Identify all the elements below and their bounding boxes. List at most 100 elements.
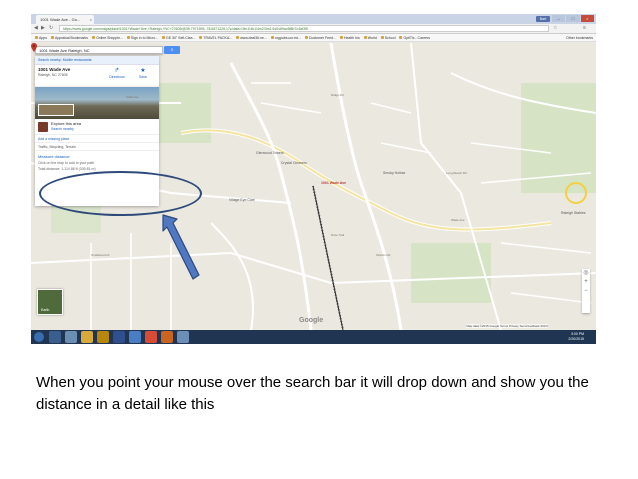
annotation-arrow (162, 214, 200, 280)
start-button[interactable] (34, 332, 44, 342)
page-icon (399, 36, 403, 39)
directions-icon: ↱ (114, 68, 120, 74)
measure-header[interactable]: Measure distance (38, 154, 156, 159)
star-icon: ★ (140, 68, 146, 74)
measure-distance-section: Measure distance Click on the map to add… (35, 151, 159, 174)
earth-label: Earth (41, 308, 50, 312)
explore-area[interactable]: Explore this area Search nearby (35, 119, 159, 135)
layers-row[interactable]: Traffic, Bicycling, Terrain (35, 143, 159, 151)
search-icon: ⌕ (170, 47, 174, 53)
measure-hint: Click on the map to add to your path (38, 161, 95, 165)
map-footer: Map data ©2015 Google Terms Privacy Send… (466, 324, 548, 328)
close-tab-icon[interactable]: × (90, 15, 92, 24)
bookmark-item[interactable]: School (380, 36, 395, 40)
search-button[interactable]: ⌕ (164, 46, 180, 54)
street-view-photo[interactable] (35, 87, 159, 119)
earth-view-toggle[interactable]: Earth (37, 289, 63, 315)
bookmark-item[interactable]: www.deal36.ne... (236, 36, 267, 40)
media-icon[interactable] (113, 331, 125, 343)
page-icon (270, 36, 274, 39)
annotation-ellipse (39, 171, 202, 216)
powerpoint-icon[interactable] (161, 331, 173, 343)
map-label: Clark Ave (126, 95, 139, 99)
explore-thumbnail (38, 122, 48, 132)
address-bar-row: ◀ ▶ ↻ https://www.google.com/maps/place/… (31, 24, 596, 34)
map-pin-icon[interactable] (31, 43, 37, 52)
browser-tab[interactable]: 1001 Wade Ave - Go... × (36, 15, 94, 24)
reload-icon[interactable]: ↻ (49, 25, 53, 32)
bookmark-item[interactable]: Health Ins (339, 36, 360, 40)
bookmark-item[interactable]: Apps (35, 36, 47, 40)
search-nearby-link[interactable]: Search nearby (51, 127, 156, 131)
zoom-out-button[interactable]: − (582, 287, 590, 296)
outlook-icon[interactable] (129, 331, 141, 343)
search-nearby-hint[interactable]: Search nearby: Mobile restaurants (35, 56, 159, 65)
total-distance-ft: Total distance: 1,114.88 ft (38, 167, 78, 171)
page-icon (161, 36, 165, 39)
clock-date: 2/20/2015 (568, 337, 584, 341)
place-card: 1001 Wade Ave Raleigh, NC 27605 ↱ Directi… (35, 65, 159, 87)
map-label: Raleigh Stables (561, 211, 586, 215)
back-icon[interactable]: ◀ (34, 25, 38, 32)
page-icon (236, 36, 240, 39)
bookmark-item[interactable]: OptiTix - Careers (399, 36, 430, 40)
total-distance: Total distance: 1,114.88 ft (339.81 m) (38, 167, 156, 171)
folder-icon (363, 36, 367, 39)
add-missing-place-link[interactable]: Add a missing place (35, 135, 159, 143)
bookmark-item[interactable]: GE 30" Self-Clea... (161, 36, 195, 40)
clock[interactable]: 3:00 PM 2/20/2015 (568, 332, 584, 342)
word-icon[interactable] (97, 331, 109, 343)
folder-icon (92, 36, 96, 39)
search-input[interactable]: 1001 Wade Ave Raleigh, NC (35, 46, 163, 54)
folder-icon (380, 36, 384, 39)
map-label: Long Beach Rd (446, 171, 467, 175)
ie-icon[interactable] (49, 331, 61, 343)
url-input[interactable]: https://www.google.com/maps/place/1001+W… (59, 25, 549, 32)
apps-icon (35, 36, 38, 39)
bookmark-item[interactable]: World (363, 36, 377, 40)
zoom-controls: ◎ + − (582, 269, 590, 313)
screenshot: 1001 Wade Ave - Go... × Bart – □ × ◀ ▶ ↻… (31, 14, 596, 344)
chrome-icon[interactable] (145, 331, 157, 343)
folder-icon (50, 36, 54, 39)
bookmarks-bar: Apps Appraisal Bookmarks Online Shoppin.… (31, 34, 596, 42)
windows-taskbar: 3:00 PM 2/20/2015 (31, 330, 596, 344)
save-button[interactable]: ★ Save (135, 68, 151, 79)
bookmark-item[interactable]: Customer Feed... (304, 36, 336, 40)
map-label: Wade Ave (451, 218, 465, 222)
bookmark-item[interactable]: Appraisal Bookmarks (50, 36, 88, 40)
map-label: Glenwood Towers (256, 151, 284, 155)
star-icon[interactable]: ☆ (553, 25, 557, 32)
photo-thumbnail[interactable] (38, 104, 74, 116)
map-label: Smoky Hollow (383, 171, 406, 175)
other-bookmarks[interactable]: Other bookmarks (566, 34, 593, 41)
directions-button[interactable]: ↱ Directions (109, 68, 125, 79)
maximize-icon[interactable]: □ (566, 15, 580, 22)
window-controls: – □ × (552, 15, 594, 22)
total-distance-m: (339.81 m) (78, 167, 96, 171)
page-icon (126, 36, 130, 39)
user-badge[interactable]: Bart (536, 16, 550, 22)
app-icon[interactable] (177, 331, 189, 343)
bookmark-item[interactable]: TRAVEL PACKA... (199, 36, 232, 40)
bookmark-item[interactable]: Sign in to Micro... (126, 36, 158, 40)
bookmark-item[interactable]: orgpubs.ucr.ed... (270, 36, 301, 40)
pin-label: 1001 Wade Ave (321, 181, 347, 185)
page-icon (304, 36, 308, 39)
page-icon (199, 36, 203, 39)
browser-titlebar: 1001 Wade Ave - Go... × Bart – □ × (31, 14, 596, 24)
menu-icon[interactable]: ≡ (583, 25, 586, 32)
forward-icon[interactable]: ▶ (41, 25, 45, 32)
minimize-icon[interactable]: – (552, 15, 566, 22)
explore-title: Explore this area (51, 121, 82, 126)
map-label: Village Eye Care (229, 198, 256, 202)
close-window-icon[interactable]: × (580, 15, 594, 22)
map-label: Crystal Cleaners (281, 161, 307, 165)
map-label: Oberlin Rd (376, 253, 391, 257)
folder-icon (339, 36, 343, 39)
folder-icon[interactable] (81, 331, 93, 343)
zoom-in-button[interactable]: + (582, 278, 590, 287)
my-location-icon[interactable]: ◎ (582, 269, 590, 278)
bookmark-item[interactable]: Online Shoppin... (92, 36, 123, 40)
home-icon[interactable] (65, 331, 77, 343)
